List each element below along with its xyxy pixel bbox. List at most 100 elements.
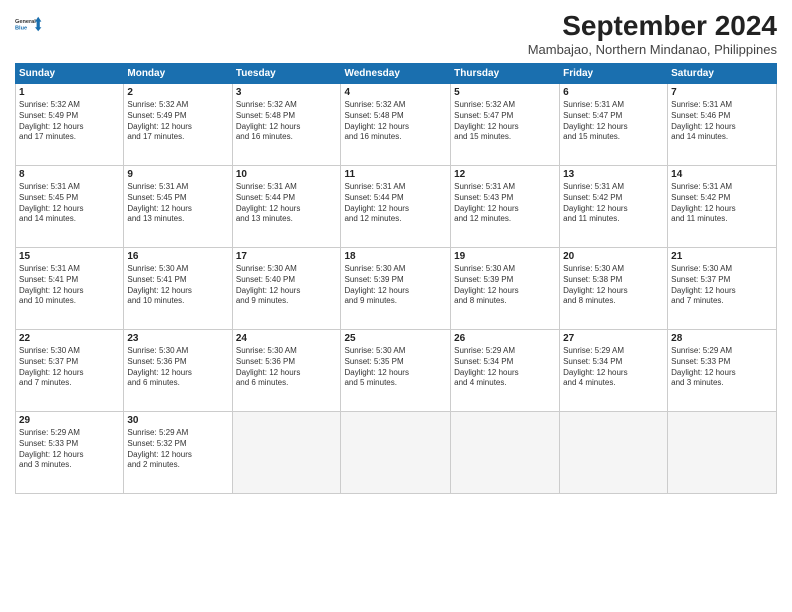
day-info: Sunrise: 5:30 AMSunset: 5:39 PMDaylight:… (344, 264, 447, 307)
day-number: 6 (563, 87, 664, 98)
day-number: 22 (19, 333, 120, 344)
day-number: 1 (19, 87, 120, 98)
month-title: September 2024 (528, 10, 777, 42)
header-wednesday: Wednesday (341, 64, 451, 84)
calendar-cell: 25 Sunrise: 5:30 AMSunset: 5:35 PMDayligh… (341, 330, 451, 412)
day-info: Sunrise: 5:30 AMSunset: 5:35 PMDaylight:… (344, 346, 447, 389)
day-info: Sunrise: 5:30 AMSunset: 5:36 PMDaylight:… (236, 346, 338, 389)
day-number: 20 (563, 251, 664, 262)
day-info: Sunrise: 5:30 AMSunset: 5:37 PMDaylight:… (19, 346, 120, 389)
logo-icon: GeneralBlue (15, 10, 43, 38)
day-info: Sunrise: 5:32 AMSunset: 5:48 PMDaylight:… (236, 100, 338, 143)
day-number: 3 (236, 87, 338, 98)
calendar-cell: 15 Sunrise: 5:31 AMSunset: 5:41 PMDayligh… (16, 248, 124, 330)
day-info: Sunrise: 5:29 AMSunset: 5:33 PMDaylight:… (19, 428, 120, 471)
day-info: Sunrise: 5:31 AMSunset: 5:45 PMDaylight:… (19, 182, 120, 225)
calendar-cell: 8 Sunrise: 5:31 AMSunset: 5:45 PMDaylight… (16, 166, 124, 248)
calendar-cell (232, 412, 341, 494)
day-number: 25 (344, 333, 447, 344)
header-sunday: Sunday (16, 64, 124, 84)
day-number: 29 (19, 415, 120, 426)
page: GeneralBlue September 2024 Mambajao, Nor… (0, 0, 792, 612)
weekday-header-row: Sunday Monday Tuesday Wednesday Thursday… (16, 64, 777, 84)
day-info: Sunrise: 5:30 AMSunset: 5:36 PMDaylight:… (127, 346, 228, 389)
calendar: Sunday Monday Tuesday Wednesday Thursday… (15, 63, 777, 494)
calendar-cell: 17 Sunrise: 5:30 AMSunset: 5:40 PMDayligh… (232, 248, 341, 330)
day-info: Sunrise: 5:30 AMSunset: 5:38 PMDaylight:… (563, 264, 664, 307)
day-number: 4 (344, 87, 447, 98)
day-number: 26 (454, 333, 556, 344)
calendar-cell (451, 412, 560, 494)
day-number: 8 (19, 169, 120, 180)
day-info: Sunrise: 5:31 AMSunset: 5:44 PMDaylight:… (236, 182, 338, 225)
day-number: 7 (671, 87, 773, 98)
title-section: September 2024 Mambajao, Northern Mindan… (528, 10, 777, 57)
day-info: Sunrise: 5:29 AMSunset: 5:34 PMDaylight:… (454, 346, 556, 389)
day-info: Sunrise: 5:31 AMSunset: 5:42 PMDaylight:… (563, 182, 664, 225)
calendar-cell: 22 Sunrise: 5:30 AMSunset: 5:37 PMDayligh… (16, 330, 124, 412)
header-friday: Friday (560, 64, 668, 84)
day-number: 9 (127, 169, 228, 180)
day-info: Sunrise: 5:31 AMSunset: 5:41 PMDaylight:… (19, 264, 120, 307)
calendar-cell: 14 Sunrise: 5:31 AMSunset: 5:42 PMDayligh… (668, 166, 777, 248)
calendar-cell: 3 Sunrise: 5:32 AMSunset: 5:48 PMDaylight… (232, 84, 341, 166)
day-number: 23 (127, 333, 228, 344)
calendar-cell: 29 Sunrise: 5:29 AMSunset: 5:33 PMDayligh… (16, 412, 124, 494)
calendar-cell: 19 Sunrise: 5:30 AMSunset: 5:39 PMDayligh… (451, 248, 560, 330)
calendar-cell: 26 Sunrise: 5:29 AMSunset: 5:34 PMDayligh… (451, 330, 560, 412)
day-info: Sunrise: 5:32 AMSunset: 5:49 PMDaylight:… (127, 100, 228, 143)
day-info: Sunrise: 5:30 AMSunset: 5:41 PMDaylight:… (127, 264, 228, 307)
day-info: Sunrise: 5:31 AMSunset: 5:44 PMDaylight:… (344, 182, 447, 225)
day-number: 13 (563, 169, 664, 180)
day-number: 19 (454, 251, 556, 262)
day-info: Sunrise: 5:31 AMSunset: 5:46 PMDaylight:… (671, 100, 773, 143)
svg-text:Blue: Blue (15, 26, 27, 32)
calendar-cell: 16 Sunrise: 5:30 AMSunset: 5:41 PMDayligh… (124, 248, 232, 330)
day-info: Sunrise: 5:31 AMSunset: 5:45 PMDaylight:… (127, 182, 228, 225)
calendar-cell: 23 Sunrise: 5:30 AMSunset: 5:36 PMDayligh… (124, 330, 232, 412)
location: Mambajao, Northern Mindanao, Philippines (528, 42, 777, 57)
calendar-cell (560, 412, 668, 494)
day-number: 5 (454, 87, 556, 98)
calendar-cell: 7 Sunrise: 5:31 AMSunset: 5:46 PMDaylight… (668, 84, 777, 166)
day-info: Sunrise: 5:31 AMSunset: 5:43 PMDaylight:… (454, 182, 556, 225)
day-number: 14 (671, 169, 773, 180)
day-number: 12 (454, 169, 556, 180)
header-saturday: Saturday (668, 64, 777, 84)
calendar-cell: 30 Sunrise: 5:29 AMSunset: 5:32 PMDayligh… (124, 412, 232, 494)
day-number: 30 (127, 415, 228, 426)
day-number: 24 (236, 333, 338, 344)
day-number: 11 (344, 169, 447, 180)
calendar-cell: 21Sunrise: 5:30 AMSunset: 5:37 PMDayligh… (668, 248, 777, 330)
calendar-cell: 13 Sunrise: 5:31 AMSunset: 5:42 PMDayligh… (560, 166, 668, 248)
day-number: 10 (236, 169, 338, 180)
svg-text:General: General (15, 19, 36, 25)
calendar-cell: 27 Sunrise: 5:29 AMSunset: 5:34 PMDayligh… (560, 330, 668, 412)
calendar-cell: 1Sunrise: 5:32 AMSunset: 5:49 PMDaylight… (16, 84, 124, 166)
calendar-cell: 9 Sunrise: 5:31 AMSunset: 5:45 PMDaylight… (124, 166, 232, 248)
day-info: Sunrise: 5:31 AMSunset: 5:47 PMDaylight:… (563, 100, 664, 143)
day-number: 2 (127, 87, 228, 98)
day-info: Sunrise: 5:29 AMSunset: 5:34 PMDaylight:… (563, 346, 664, 389)
day-number: 28 (671, 333, 773, 344)
calendar-cell: 12 Sunrise: 5:31 AMSunset: 5:43 PMDayligh… (451, 166, 560, 248)
day-number: 21 (671, 251, 773, 262)
day-info: Sunrise: 5:29 AMSunset: 5:32 PMDaylight:… (127, 428, 228, 471)
calendar-cell: 10 Sunrise: 5:31 AMSunset: 5:44 PMDayligh… (232, 166, 341, 248)
day-info: Sunrise: 5:30 AMSunset: 5:40 PMDaylight:… (236, 264, 338, 307)
day-number: 27 (563, 333, 664, 344)
calendar-cell: 5 Sunrise: 5:32 AMSunset: 5:47 PMDaylight… (451, 84, 560, 166)
header-monday: Monday (124, 64, 232, 84)
header-tuesday: Tuesday (232, 64, 341, 84)
day-info: Sunrise: 5:32 AMSunset: 5:47 PMDaylight:… (454, 100, 556, 143)
calendar-cell: 28Sunrise: 5:29 AMSunset: 5:33 PMDayligh… (668, 330, 777, 412)
day-number: 16 (127, 251, 228, 262)
header-thursday: Thursday (451, 64, 560, 84)
calendar-cell: 4Sunrise: 5:32 AMSunset: 5:48 PMDaylight… (341, 84, 451, 166)
day-info: Sunrise: 5:30 AMSunset: 5:39 PMDaylight:… (454, 264, 556, 307)
day-info: Sunrise: 5:31 AMSunset: 5:42 PMDaylight:… (671, 182, 773, 225)
day-number: 17 (236, 251, 338, 262)
day-number: 18 (344, 251, 447, 262)
day-number: 15 (19, 251, 120, 262)
calendar-cell: 2 Sunrise: 5:32 AMSunset: 5:49 PMDaylight… (124, 84, 232, 166)
